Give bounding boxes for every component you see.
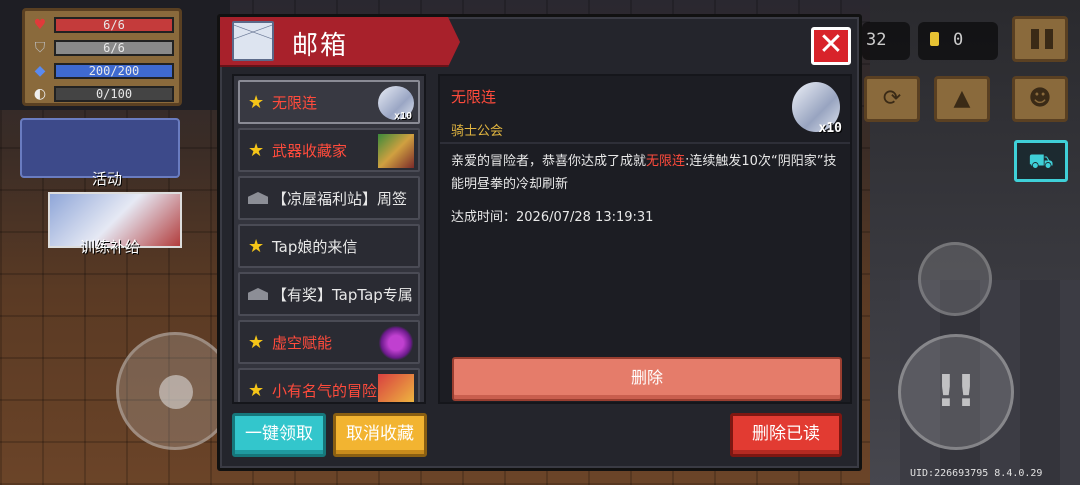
- body-text-highlight: 无限连: [646, 154, 686, 169]
- coin-counter: 0: [918, 22, 998, 60]
- angel-reward-icon[interactable]: x10: [792, 82, 842, 136]
- gem-counter: 32: [862, 22, 910, 60]
- mail-item-label: Tap娘的来信: [272, 237, 358, 256]
- delete-read-button[interactable]: 删除已读: [730, 413, 842, 457]
- skill-bar: 0/100: [54, 85, 174, 102]
- hp-bar: 6/6: [54, 16, 174, 33]
- mailbox-title: 邮箱: [292, 31, 349, 61]
- mail-item[interactable]: 【有奖】TapTap专属: [238, 272, 420, 316]
- energy-gem-icon: ◆: [34, 62, 46, 79]
- mail-item[interactable]: ★ 武器收藏家: [238, 128, 420, 172]
- armor-value: 6/6: [103, 40, 125, 55]
- joystick-knob[interactable]: [159, 375, 193, 409]
- divider: [440, 142, 850, 144]
- reward-count-badge: x10: [393, 111, 412, 122]
- void-reward-icon: [378, 326, 414, 360]
- star-icon: ★: [248, 331, 265, 353]
- hp-row: ♥ 6/6: [30, 14, 174, 35]
- star-icon: ★: [248, 379, 265, 401]
- body-text-prefix: 亲爱的冒险者，恭喜你达成了成就: [451, 154, 647, 169]
- achievement-time: 达成时间：2026/07/28 13:19:31: [451, 210, 654, 225]
- heart-icon: ♥: [33, 16, 47, 33]
- mail-item-label: 【有奖】TapTap专属: [272, 285, 413, 304]
- pause-button[interactable]: [1012, 16, 1068, 62]
- star-icon: ★: [248, 139, 265, 161]
- gem-count: 32: [866, 30, 887, 50]
- mail-envelope-icon: [232, 21, 274, 61]
- star-icon: ★: [248, 91, 265, 113]
- shop-cart-icon[interactable]: ⛟: [1014, 140, 1068, 182]
- skill-button[interactable]: [918, 242, 992, 316]
- mail-item-label: 无限连: [272, 93, 318, 112]
- pause-icon: [1031, 29, 1039, 49]
- refresh-icon[interactable]: ⟳: [864, 76, 920, 122]
- skill-icon: ◐: [33, 85, 47, 102]
- weapon-reward-icon: [378, 134, 414, 168]
- claim-all-button[interactable]: 一键领取: [232, 413, 326, 457]
- coin-icon: [930, 32, 939, 46]
- reward-count-badge: x10: [818, 121, 842, 136]
- angel-reward-icon: x10: [378, 86, 414, 122]
- coin-count: 0: [953, 30, 964, 50]
- upgrade-icon[interactable]: ▲: [934, 76, 990, 122]
- envelope-icon: [248, 288, 268, 300]
- profile-icon[interactable]: ☻: [1012, 76, 1068, 122]
- training-supply-label: 训练补给: [80, 238, 141, 256]
- close-button[interactable]: ✕: [811, 27, 851, 65]
- mail-item-label: 【凉屋福利站】周签: [272, 189, 408, 208]
- hp-value: 6/6: [103, 17, 125, 32]
- energy-value: 200/200: [88, 63, 140, 78]
- mail-item[interactable]: 【凉屋福利站】周签: [238, 176, 420, 220]
- activity-label: 活动: [92, 170, 123, 188]
- skill-value: 0/100: [95, 86, 133, 101]
- attack-button[interactable]: !!: [898, 334, 1014, 450]
- detail-title: 无限连: [451, 88, 497, 106]
- mail-item[interactable]: ★ 虚空赋能: [238, 320, 420, 364]
- player-stats-panel: ♥ 6/6 ⛉ 6/6 ◆ 200/200 ◐ 0/100: [22, 8, 182, 106]
- shield-icon: ⛉: [34, 39, 46, 56]
- mail-item[interactable]: ★ 小有名气的冒险家: [238, 368, 420, 402]
- energy-bar: 200/200: [54, 62, 174, 79]
- armor-row: ⛉ 6/6: [30, 37, 174, 58]
- mail-item-label: 小有名气的冒险家: [272, 381, 393, 400]
- mail-item-label: 武器收藏家: [272, 141, 348, 160]
- mailbox-dialog: 邮箱 ✕ ★ 无限连 x10 ★ 武器收藏家 【凉屋福利站】周签 ★ Tap娘的…: [217, 14, 862, 471]
- unfavorite-button[interactable]: 取消收藏: [333, 413, 427, 457]
- detail-sender: 骑士公会: [451, 124, 504, 139]
- skill-row: ◐ 0/100: [30, 83, 174, 104]
- delete-button[interactable]: 删除: [452, 357, 842, 401]
- mail-detail-panel: 无限连 骑士公会 x10 亲爱的冒险者，恭喜你达成了成就无限连:连续触发10次“…: [438, 74, 852, 404]
- mailbox-header: 邮箱: [220, 17, 460, 67]
- uid-version-text: UID:226693795 8.4.0.29: [910, 468, 1043, 479]
- detail-body: 亲爱的冒险者，恭喜你达成了成就无限连:连续触发10次“阴阳家”技能明昼拳的冷却刷…: [451, 150, 847, 196]
- gift-reward-icon: [378, 374, 414, 402]
- envelope-icon: [248, 192, 268, 204]
- mail-list[interactable]: ★ 无限连 x10 ★ 武器收藏家 【凉屋福利站】周签 ★ Tap娘的来信 【有…: [232, 74, 426, 404]
- mail-item-label: 虚空赋能: [272, 333, 333, 352]
- armor-bar: 6/6: [54, 39, 174, 56]
- star-icon: ★: [248, 235, 265, 257]
- mail-item[interactable]: ★ 无限连 x10: [238, 80, 420, 124]
- mail-item[interactable]: ★ Tap娘的来信: [238, 224, 420, 268]
- energy-row: ◆ 200/200: [30, 60, 174, 81]
